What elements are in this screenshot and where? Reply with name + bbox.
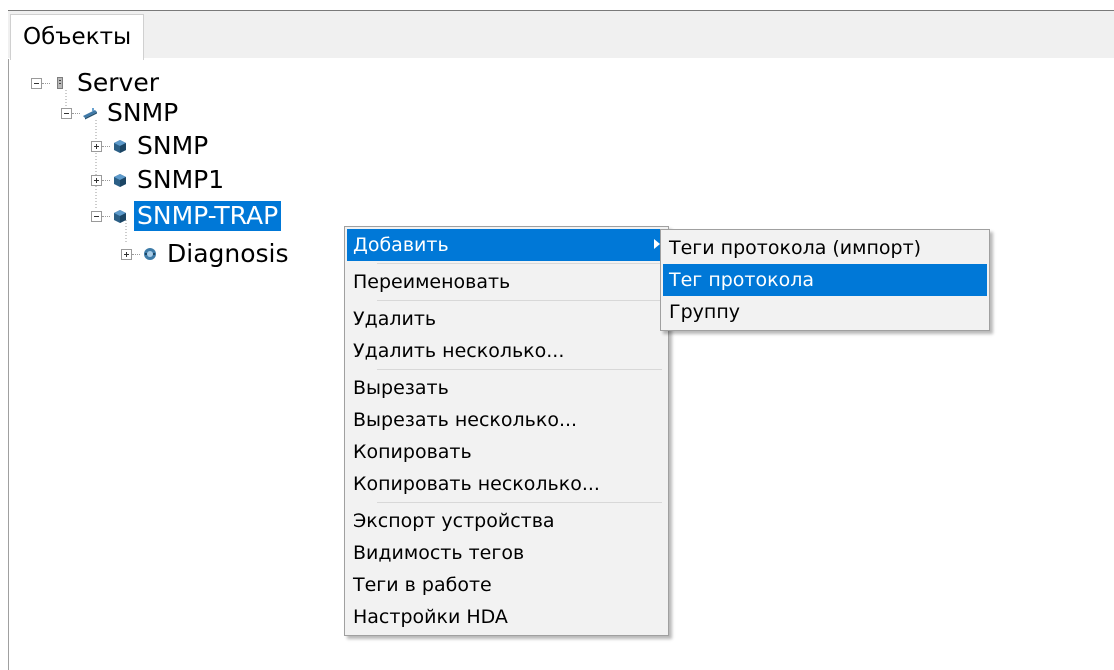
tree-node-snmp-trap-device[interactable]: SNMP-TRAP xyxy=(91,201,282,231)
tree-node-diagnosis[interactable]: Diagnosis xyxy=(121,239,292,269)
menu-item-export-device[interactable]: Экспорт устройства xyxy=(347,505,666,537)
tree-connector xyxy=(102,215,110,217)
menu-item-cut[interactable]: Вырезать xyxy=(347,372,666,404)
collapse-icon[interactable] xyxy=(61,107,72,119)
tree-connector xyxy=(102,145,110,147)
device-icon xyxy=(114,210,126,223)
menu-item-copy[interactable]: Копировать xyxy=(347,436,666,468)
menu-item-cut-multiple[interactable]: Вырезать несколько... xyxy=(347,404,666,436)
menu-item-rename[interactable]: Переименовать xyxy=(347,266,666,298)
server-icon xyxy=(57,77,63,89)
menu-item-tag-visibility[interactable]: Видимость тегов xyxy=(347,537,666,569)
menu-item-hda-settings[interactable]: Настройки HDA xyxy=(347,601,666,633)
tree-node-server[interactable]: Server xyxy=(31,68,162,98)
tab-strip xyxy=(8,10,1114,58)
tree-node-label: SNMP1 xyxy=(137,165,225,194)
submenu-item-protocol-tags-import[interactable]: Теги протокола (импорт) xyxy=(663,232,987,264)
menu-item-delete[interactable]: Удалить xyxy=(347,303,666,335)
diagnosis-icon xyxy=(144,248,156,260)
expand-icon[interactable] xyxy=(121,248,132,260)
tree-node-label: SNMP xyxy=(107,98,179,127)
tree-node-snmp-device[interactable]: SNMP xyxy=(91,131,211,161)
device-icon xyxy=(114,140,126,153)
tree-node-snmp1-device[interactable]: SNMP1 xyxy=(91,165,227,195)
menu-separator xyxy=(377,300,662,301)
submenu-add: Теги протокола (импорт) Тег протокола Гр… xyxy=(660,229,990,331)
collapse-icon[interactable] xyxy=(91,210,102,222)
tree-node-label: SNMP-TRAP xyxy=(134,201,282,231)
tree-node-label: Server xyxy=(77,68,159,97)
tree-node-label: SNMP xyxy=(137,131,209,160)
tree-connector xyxy=(72,112,80,114)
channel-icon xyxy=(83,108,97,120)
menu-separator xyxy=(377,502,662,503)
submenu-item-protocol-tag[interactable]: Тег протокола xyxy=(663,264,987,296)
tree-connector xyxy=(132,253,140,255)
tree-node-snmp-channel[interactable]: SNMP xyxy=(61,98,181,128)
menu-item-add[interactable]: Добавить xyxy=(347,229,666,261)
context-menu: Добавить Переименовать Удалить Удалить н… xyxy=(344,226,669,636)
device-icon xyxy=(114,174,126,187)
window: Объекты Server SNMP SNMP SNMP1 SNMP-TRAP… xyxy=(0,0,1114,670)
menu-item-label: Добавить xyxy=(353,234,449,256)
expand-icon[interactable] xyxy=(91,174,102,186)
submenu-item-group[interactable]: Группу xyxy=(663,296,987,328)
tab-objects[interactable]: Объекты xyxy=(10,14,145,60)
menu-separator xyxy=(377,369,662,370)
menu-item-delete-multiple[interactable]: Удалить несколько... xyxy=(347,335,666,367)
menu-item-copy-multiple[interactable]: Копировать несколько... xyxy=(347,468,666,500)
menu-item-tags-in-work[interactable]: Теги в работе xyxy=(347,569,666,601)
tree-connector xyxy=(102,179,110,181)
tree-node-label: Diagnosis xyxy=(167,239,289,268)
menu-separator xyxy=(377,263,662,264)
tree-connector xyxy=(42,82,50,84)
expand-icon[interactable] xyxy=(91,140,102,152)
collapse-icon[interactable] xyxy=(31,77,42,89)
